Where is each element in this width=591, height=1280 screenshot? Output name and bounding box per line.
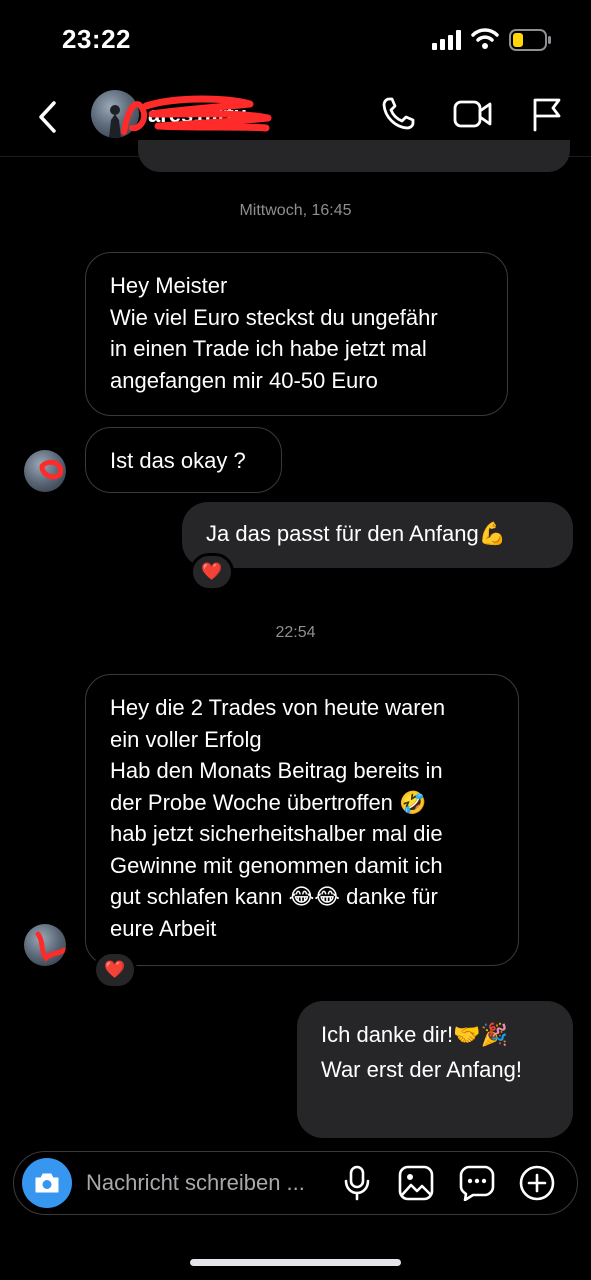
message-line: Wie viel Euro steckst du ungefähr [110, 304, 438, 330]
outgoing-message[interactable]: Ja das passt für den Anfang💪 [182, 502, 573, 568]
back-chevron-icon[interactable] [34, 97, 62, 137]
battery-icon [509, 29, 551, 51]
avatar-redaction-mark [39, 459, 64, 480]
message-line: hab jetzt sicherheitshalber mal die [110, 821, 443, 846]
home-indicator[interactable] [190, 1259, 401, 1266]
wifi-icon [471, 28, 499, 49]
message-line: Hey Meister [110, 273, 228, 298]
status-bar: 23:22 [0, 0, 591, 80]
avatar-redaction-mark [35, 931, 66, 962]
gallery-image-icon[interactable] [398, 1165, 434, 1201]
message-options-icon[interactable] [459, 1165, 495, 1201]
message-line: angefangen mir 40-50 Euro [110, 367, 378, 393]
sender-avatar[interactable] [24, 924, 66, 966]
message-input[interactable]: Nachricht schreiben ... [86, 1170, 305, 1196]
phone-call-icon[interactable] [380, 96, 416, 132]
heart-reaction[interactable]: ❤️ [93, 951, 137, 989]
message-line: in einen Trade ich habe jetzt mal [110, 336, 427, 361]
heart-emoji: ❤️ [201, 562, 223, 581]
message-line: eure Arbeit [110, 915, 217, 941]
message-line: Gewinne mit genommen damit ich [110, 852, 443, 878]
video-call-icon[interactable] [453, 98, 493, 130]
message-line: gut schlafen kann 😂😂 danke für [110, 884, 438, 909]
camera-icon [35, 1173, 59, 1193]
message-line: Hey die 2 Trades von heute waren [110, 695, 446, 720]
message-line: Hab den Monats Beitrag bereits in [110, 758, 443, 783]
message-line: Ja das passt für den Anfang💪 [206, 521, 507, 546]
incoming-message[interactable]: Ist das okay ? [85, 427, 282, 493]
previous-message-bubble [138, 140, 570, 172]
redaction-scribble [121, 95, 272, 135]
incoming-message[interactable]: Hey Meister Wie viel Euro steckst du ung… [85, 252, 508, 416]
flag-report-icon[interactable] [531, 96, 563, 132]
message-line: ein voller Erfolg [110, 726, 262, 752]
message-line: War erst der Anfang! [321, 1057, 522, 1082]
cellular-signal-icon [432, 30, 461, 50]
message-line: Ist das okay ? [110, 448, 246, 473]
add-plus-icon[interactable] [519, 1165, 555, 1201]
outgoing-message[interactable]: Ich danke dir!🤝🎉 War erst der Anfang! [297, 1001, 573, 1138]
sender-avatar[interactable] [24, 450, 66, 492]
message-composer: Nachricht schreiben ... [13, 1151, 578, 1215]
heart-reaction[interactable]: ❤️ [190, 553, 234, 591]
heart-emoji: ❤️ [104, 960, 126, 979]
status-time: 23:22 [62, 24, 131, 54]
message-line: der Probe Woche übertroffen 🤣 [110, 789, 427, 815]
message-line: Ich danke dir!🤝🎉 [321, 1022, 508, 1047]
timestamp-divider: Mittwoch, 16:45 [239, 202, 352, 219]
camera-button[interactable] [22, 1158, 72, 1208]
incoming-message[interactable]: Hey die 2 Trades von heute waren ein vol… [85, 674, 519, 966]
timestamp-divider: 22:54 [275, 624, 316, 641]
microphone-icon[interactable] [343, 1165, 371, 1201]
